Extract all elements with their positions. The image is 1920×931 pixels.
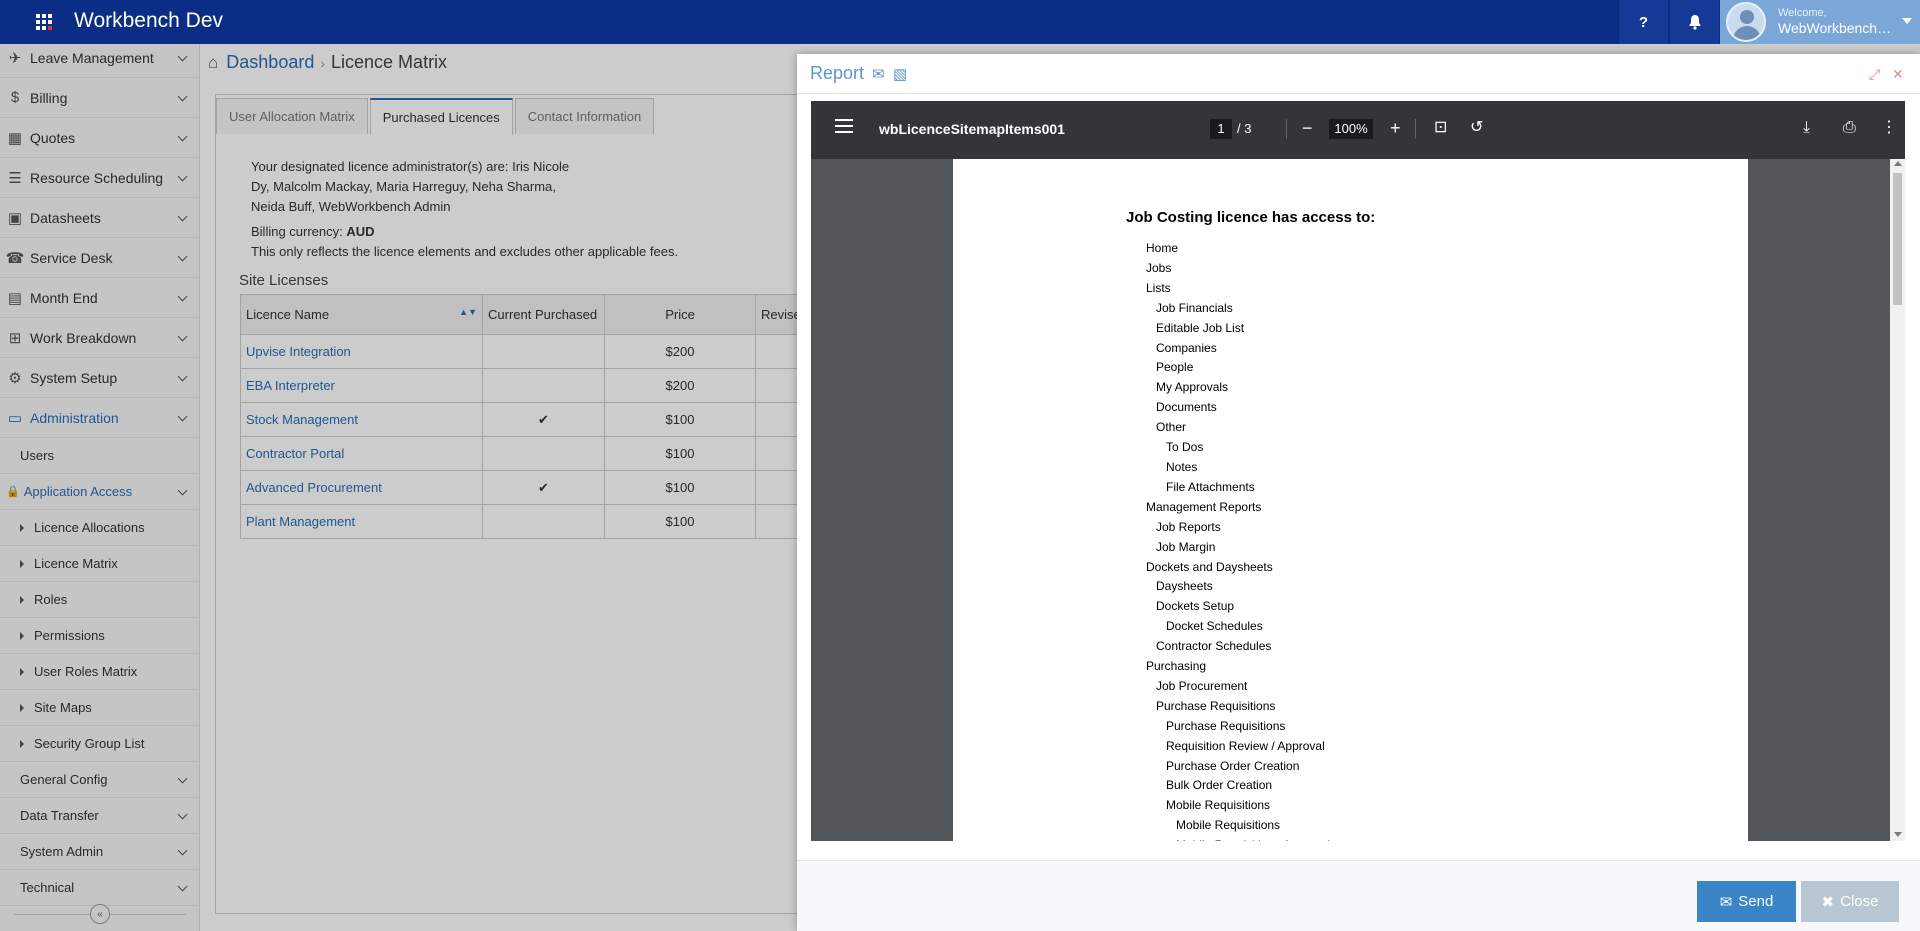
send-button[interactable]: ✉ Send xyxy=(1697,881,1796,922)
pdf-scrollbar[interactable] xyxy=(1890,159,1905,841)
modal-title: Report xyxy=(810,63,865,83)
sitemap-line: Mobile Requisitions Approval xyxy=(1146,836,1330,841)
excel-icon[interactable]: ▧ xyxy=(893,65,907,83)
rotate-icon[interactable]: ↺ xyxy=(1470,117,1483,139)
sitemap-line: Purchasing xyxy=(1146,659,1207,674)
sitemap-line: Docket Schedules xyxy=(1166,619,1263,634)
page-number-input[interactable]: 1 xyxy=(1210,119,1232,139)
sitemap-line: Bulk Order Creation xyxy=(1166,778,1273,793)
sitemap-line: Documents xyxy=(1156,400,1217,415)
send-label: Send xyxy=(1738,893,1774,910)
expand-icon[interactable]: ⤢ xyxy=(1869,66,1880,83)
avatar xyxy=(1726,2,1766,42)
sitemap-line: Notes xyxy=(1166,459,1198,474)
sitemap-list: Home Jobs Lists Job Financials Editable Job … xyxy=(1146,239,1330,841)
sitemap-line: Dockets Setup xyxy=(1156,599,1235,614)
zoom-out-icon[interactable]: − xyxy=(1302,117,1313,139)
app-title: Workbench Dev xyxy=(74,9,224,32)
sitemap-line: Mobile Requisitions xyxy=(1176,818,1281,833)
welcome-text: Welcome, xyxy=(1778,7,1827,19)
sitemap-line: Purchase Requisitions xyxy=(1166,718,1286,733)
pdf-viewer: wbLicenceSitemapItems001 1 / 3 − 100% + … xyxy=(811,101,1905,841)
pdf-toolbar: wbLicenceSitemapItems001 1 / 3 − 100% + … xyxy=(811,101,1905,159)
scroll-thumb[interactable] xyxy=(1893,173,1902,305)
user-name: WebWorkbench Admin xyxy=(1778,20,1893,36)
more-options-icon[interactable]: ⋮ xyxy=(1881,117,1897,139)
sitemap-line: My Approvals xyxy=(1156,380,1229,395)
app-grid-icon[interactable] xyxy=(36,14,52,30)
modal-footer: ✉ Send ✖ Close xyxy=(797,860,1920,931)
pdf-file-name: wbLicenceSitemapItems001 xyxy=(879,121,1065,137)
sitemap-line: Requisition Review / Approval xyxy=(1166,738,1325,753)
sitemap-line: Lists xyxy=(1146,280,1171,295)
close-icon[interactable]: ✕ xyxy=(1892,66,1904,83)
close-icon: ✖ xyxy=(1821,893,1835,911)
sitemap-line: People xyxy=(1156,360,1194,375)
sitemap-line: Dockets and Daysheets xyxy=(1146,559,1273,574)
sitemap-line: Job Financials xyxy=(1156,300,1233,315)
sitemap-line: Other xyxy=(1156,420,1187,435)
help-button[interactable]: ? xyxy=(1618,0,1668,44)
page-total: / 3 xyxy=(1237,121,1252,136)
fit-page-icon[interactable]: ⊡ xyxy=(1434,117,1447,139)
sitemap-line: To Dos xyxy=(1166,440,1204,455)
menu-icon[interactable] xyxy=(835,119,853,137)
sitemap-line: Job Procurement xyxy=(1156,678,1248,693)
bell-icon xyxy=(1689,15,1700,30)
close-button[interactable]: ✖ Close xyxy=(1801,881,1899,922)
top-bar: Workbench Dev ? Welcome, WebWorkbench Ad… xyxy=(0,0,1920,44)
scroll-down-icon[interactable] xyxy=(1894,832,1902,837)
divider xyxy=(1286,119,1287,139)
modal-header: Report ✉ ▧ ⤢ ✕ xyxy=(797,54,1920,94)
sitemap-line: Companies xyxy=(1156,340,1217,355)
close-label: Close xyxy=(1840,893,1879,910)
divider xyxy=(1415,119,1416,139)
sitemap-line: Daysheets xyxy=(1156,579,1213,594)
zoom-level[interactable]: 100% xyxy=(1329,119,1373,139)
sitemap-line: File Attachments xyxy=(1166,479,1255,494)
sitemap-line: Home xyxy=(1146,241,1179,255)
download-icon[interactable]: ⤓ xyxy=(1803,117,1810,139)
sitemap-line: Job Margin xyxy=(1156,539,1216,554)
sitemap-line: Job Reports xyxy=(1156,519,1221,534)
sitemap-line: Mobile Requisitions xyxy=(1166,798,1271,813)
pdf-heading: Job Costing licence has access to: xyxy=(1126,209,1376,226)
sitemap-line: Contractor Schedules xyxy=(1156,639,1272,654)
sitemap-line: Purchase Order Creation xyxy=(1166,758,1300,773)
sitemap-line: Purchase Requisitions xyxy=(1156,698,1276,713)
user-menu[interactable]: Welcome, WebWorkbench Admin xyxy=(1720,0,1920,44)
help-icon: ? xyxy=(1638,13,1649,31)
sitemap-line: Management Reports xyxy=(1146,499,1262,514)
sitemap-line: Editable Job List xyxy=(1156,320,1245,335)
notifications-button[interactable] xyxy=(1669,0,1719,44)
scroll-up-icon[interactable] xyxy=(1894,161,1902,166)
report-modal: Report ✉ ▧ ⤢ ✕ wbLicenceSitemapItems001 … xyxy=(797,54,1920,931)
zoom-in-icon[interactable]: + xyxy=(1390,117,1401,139)
print-icon[interactable]: ⎙ xyxy=(1843,117,1856,139)
email-icon[interactable]: ✉ xyxy=(872,65,885,83)
envelope-icon: ✉ xyxy=(1719,893,1733,911)
chevron-down-icon xyxy=(1902,18,1912,24)
sitemap-line: Jobs xyxy=(1146,260,1172,275)
pdf-page: Job Costing licence has access to: Home J… xyxy=(953,159,1748,841)
